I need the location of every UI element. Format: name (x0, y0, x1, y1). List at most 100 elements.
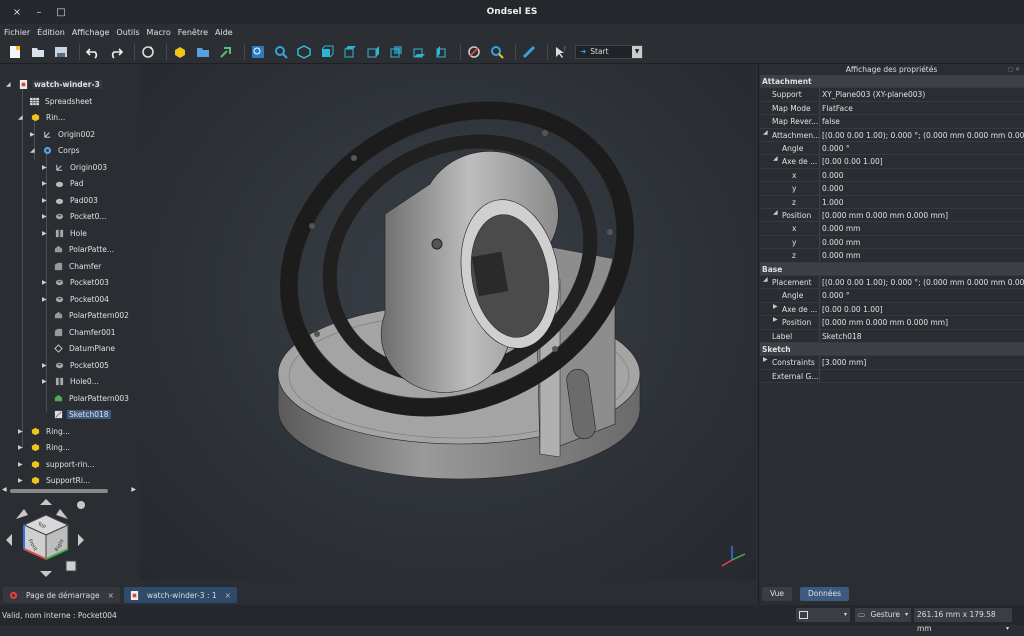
draw-style-button[interactable] (465, 43, 483, 61)
tree-item-pocket0[interactable]: ▶ Pocket0... (42, 209, 109, 223)
property-group-header[interactable]: Attachment (760, 75, 1024, 89)
scrollbar-thumb[interactable] (10, 489, 108, 493)
tree-item-rin[interactable]: ◢ Rin... (18, 110, 67, 124)
tree-item-support-ring[interactable]: ▶ support-rin... (18, 457, 97, 471)
close-tab-icon[interactable]: × (108, 591, 114, 600)
property-value[interactable]: [0.000 mm 0.000 mm 0.000 mm] (820, 316, 1024, 328)
tab-start-page[interactable]: Page de démarrage × (3, 587, 120, 603)
tree-horizontal-scrollbar[interactable]: ◀ ▶ (2, 486, 136, 494)
menu-fenetre[interactable]: Fenêtre (178, 28, 208, 37)
property-value[interactable]: XY_Plane003 (XY-plane003) (820, 88, 1024, 100)
property-row[interactable]: ◢ Placement [(0.00 0.00 1.00); 0.000 °; (0… (760, 276, 1024, 290)
nav-rotate-right-icon[interactable] (56, 509, 68, 519)
tree-item-hole0[interactable]: ▶ Hole0... (42, 374, 101, 388)
tab-watch-winder[interactable]: watch-winder-3 : 1 × (123, 587, 237, 603)
property-value[interactable]: 0.000 mm (820, 249, 1024, 261)
tree-item-pocket004[interactable]: ▶ Pocket004 (42, 292, 111, 306)
property-value[interactable]: 0.000 (820, 182, 1024, 194)
open-button[interactable] (29, 43, 47, 61)
dimension-readout[interactable]: 261.16 mm x 179.58 mm ▾ (914, 608, 1012, 633)
tree-item-polarpattern002[interactable]: PolarPattern002 (54, 308, 131, 322)
property-row[interactable]: External G... (760, 369, 1024, 384)
property-row[interactable]: Support XY_Plane003 (XY-plane003) (760, 88, 1024, 102)
menu-fichier[interactable]: Fichier (4, 28, 30, 37)
property-row[interactable]: z 0.000 mm (760, 249, 1024, 263)
tab-donnees[interactable]: Données (800, 587, 850, 601)
whats-this-button[interactable]: ? (552, 43, 570, 61)
property-row[interactable]: Angle 0.000 ° (760, 142, 1024, 156)
group-button[interactable] (194, 43, 212, 61)
3d-viewport[interactable] (140, 64, 756, 580)
property-value[interactable]: false (820, 115, 1024, 127)
property-value[interactable]: [0.00 0.00 1.00] (820, 303, 1024, 315)
property-row[interactable]: Map Mode FlatFace (760, 101, 1024, 116)
tree-item-origin003[interactable]: ▶ Origin003 (42, 160, 109, 174)
view-front-button[interactable] (318, 43, 336, 61)
tree-item-ring-1[interactable]: ▶ Ring... (18, 424, 72, 438)
minimize-window-button[interactable]: – (28, 7, 50, 18)
nav-right-arrow-icon[interactable] (78, 534, 84, 546)
part-button[interactable] (171, 43, 189, 61)
tree-item-chamfer[interactable]: Chamfer (54, 259, 103, 273)
maximize-window-button[interactable]: □ (50, 7, 72, 18)
property-row[interactable]: y 0.000 (760, 182, 1024, 196)
tree-item-pocket003[interactable]: ▶ Pocket003 (42, 275, 111, 289)
nav-down-arrow-icon[interactable] (40, 571, 52, 577)
view-right-button[interactable] (364, 43, 382, 61)
property-value[interactable] (820, 370, 1024, 382)
property-row[interactable]: ▶ Axe de ... [0.00 0.00 1.00] (760, 302, 1024, 317)
scroll-right-icon[interactable]: ▶ (131, 486, 136, 493)
tree-item-sketch018[interactable]: Sketch018 (54, 407, 111, 421)
property-value[interactable]: 0.000 ° (820, 289, 1024, 301)
property-value[interactable]: [(0.00 0.00 1.00); 0.000 °; (0.000 mm 0.… (820, 129, 1024, 141)
property-value[interactable]: FlatFace (820, 102, 1024, 114)
menu-aide[interactable]: Aide (215, 28, 233, 37)
tree-item-pad[interactable]: ▶ Pad (42, 176, 86, 190)
measure-button[interactable] (520, 43, 538, 61)
tree-item-root[interactable]: ◢ watch-winder-3 (6, 77, 102, 91)
property-value[interactable]: [0.00 0.00 1.00] (820, 155, 1024, 167)
close-tab-icon[interactable]: × (225, 591, 231, 600)
view-bottom-button[interactable] (410, 43, 428, 61)
view-mode-selector[interactable]: ▾ (796, 608, 850, 622)
tree-item-chamfer001[interactable]: Chamfer001 (54, 325, 118, 339)
property-row[interactable]: ◢ Attachmen... [(0.00 0.00 1.00); 0.000 °;… (760, 128, 1024, 142)
nav-up-arrow-icon[interactable] (40, 499, 52, 505)
property-row[interactable]: y 0.000 mm (760, 235, 1024, 250)
refresh-button[interactable] (139, 43, 157, 61)
property-value[interactable]: 0.000 (820, 169, 1024, 181)
navigation-style-selector[interactable]: ▭ Gesture ▾ (855, 608, 911, 622)
nav-view-menu-icon[interactable] (65, 560, 77, 572)
view-rear-button[interactable] (387, 43, 405, 61)
property-row[interactable]: ▶ Position [0.000 mm 0.000 mm 0.000 mm] (760, 316, 1024, 330)
undo-button[interactable] (84, 43, 102, 61)
property-value[interactable]: Sketch018 (820, 330, 1024, 342)
view-left-button[interactable] (433, 43, 451, 61)
property-group-header[interactable]: Sketch (760, 343, 1024, 357)
tree-item-polarpattern003[interactable]: PolarPattern003 (54, 391, 131, 405)
navigation-cube[interactable]: Top Front Right (2, 497, 92, 582)
property-row[interactable]: ◢ Position [0.000 mm 0.000 mm 0.000 mm] (760, 209, 1024, 223)
property-value[interactable]: [3.000 mm] (820, 356, 1024, 368)
zoom-box-button[interactable] (488, 43, 506, 61)
panel-float-close-icon[interactable]: ◻ ✕ (1008, 64, 1020, 75)
tree-item-origin002[interactable]: ▶ Origin002 (30, 127, 97, 141)
property-row[interactable]: x 0.000 (760, 168, 1024, 183)
menu-outils[interactable]: Outils (116, 28, 139, 37)
tree-item-corps[interactable]: ◢ Corps (30, 143, 82, 157)
tree-item-spreadsheet[interactable]: Spreadsheet (30, 94, 94, 108)
menu-edition[interactable]: Édition (37, 28, 65, 37)
property-value[interactable]: 1.000 (820, 196, 1024, 208)
property-row[interactable]: ▶ Constraints [3.000 mm] (760, 356, 1024, 370)
tab-vue[interactable]: Vue (762, 587, 792, 601)
property-value[interactable]: [(0.00 0.00 1.00); 0.000 °; (0.000 mm 0.… (820, 276, 1024, 288)
fit-selection-button[interactable] (272, 43, 290, 61)
fit-all-button[interactable] (249, 43, 267, 61)
tree-item-pad003[interactable]: ▶ Pad003 (42, 193, 100, 207)
tree-item-ring-2[interactable]: ▶ Ring... (18, 440, 72, 454)
property-row[interactable]: ◢ Axe de ... [0.00 0.00 1.00] (760, 155, 1024, 169)
redo-button[interactable] (107, 43, 125, 61)
property-value[interactable]: 0.000 ° (820, 142, 1024, 154)
property-row[interactable]: Angle 0.000 ° (760, 289, 1024, 303)
tree-item-supportri[interactable]: ▶ SupportRi... (18, 473, 92, 487)
